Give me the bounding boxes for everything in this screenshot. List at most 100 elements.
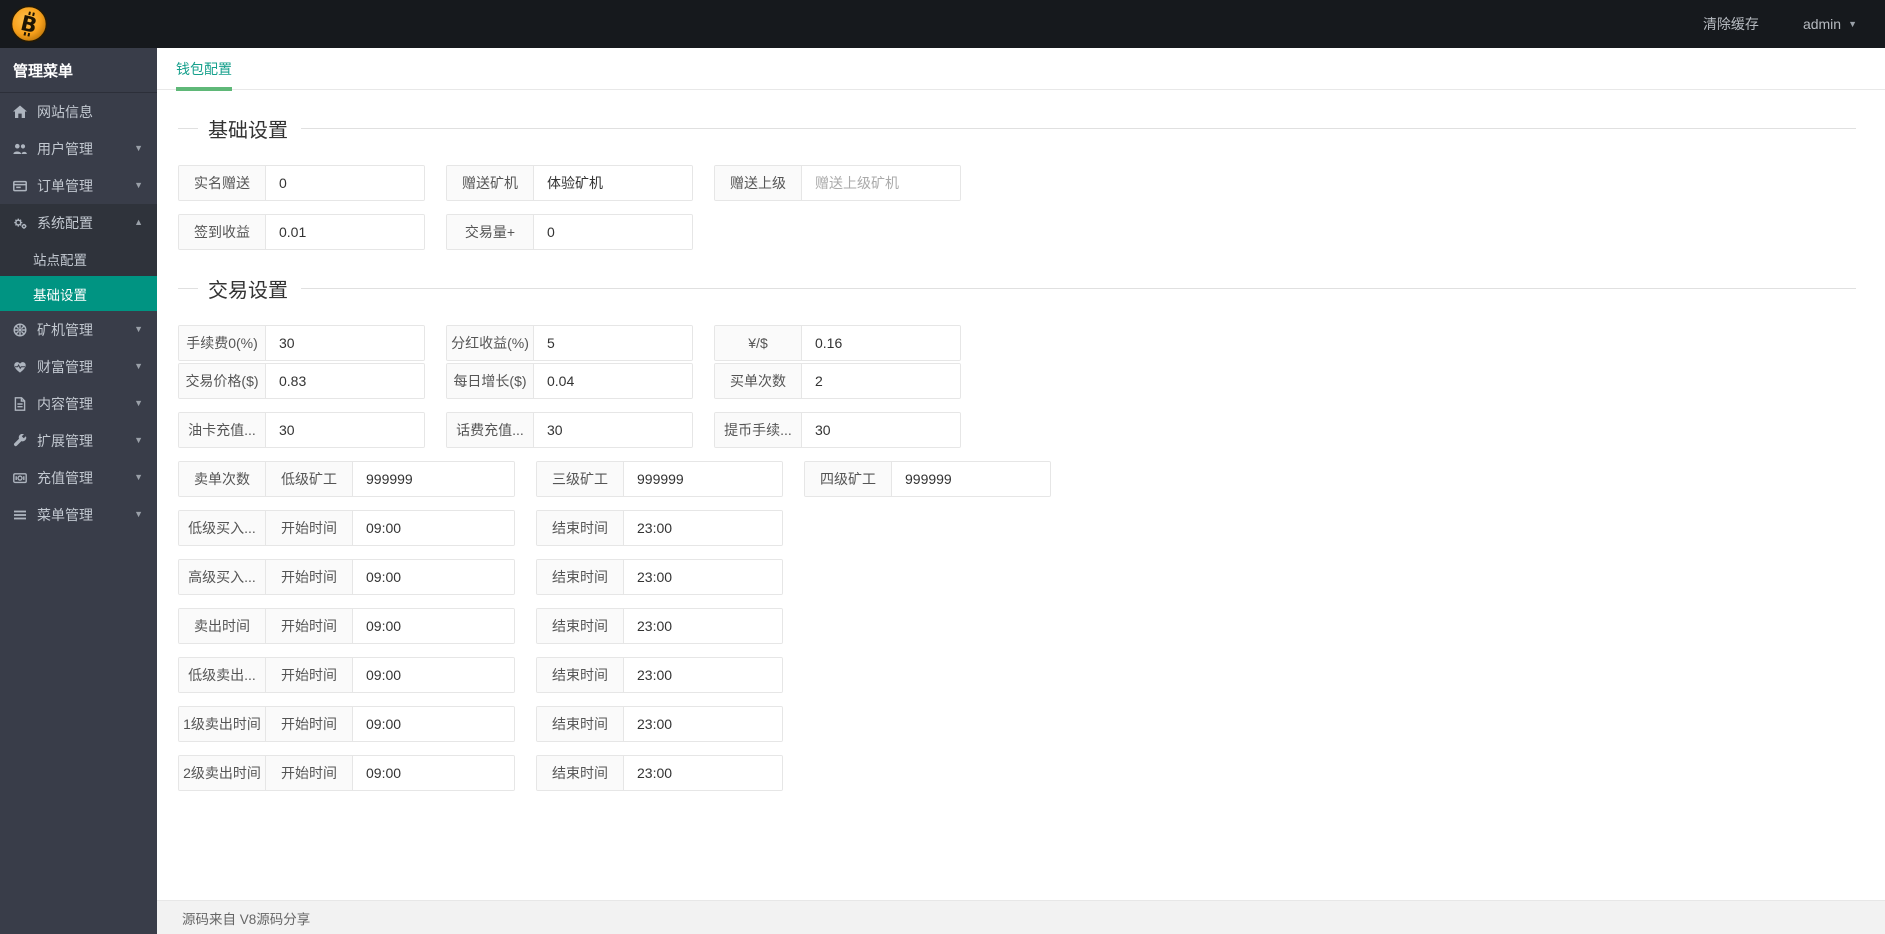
field-label: 低级卖出... xyxy=(179,658,266,692)
field-input[interactable] xyxy=(353,462,514,496)
field-input[interactable] xyxy=(266,364,424,398)
chevron-down-icon: ▼ xyxy=(134,398,143,408)
field-input[interactable] xyxy=(266,413,424,447)
sidebar-item-3[interactable]: 系统配置 ▲ xyxy=(0,204,157,241)
field-label: 三级矿工 xyxy=(537,462,624,496)
sidebar-item-1[interactable]: 用户管理 ▼ xyxy=(0,130,157,167)
field-input[interactable] xyxy=(624,462,782,496)
bars-icon xyxy=(13,508,30,522)
field-label: 结束时间 xyxy=(537,511,624,545)
field-label: 开始时间 xyxy=(266,707,353,741)
user-menu[interactable]: admin ▼ xyxy=(1803,16,1857,32)
field-label: 开始时间 xyxy=(266,658,353,692)
chevron-up-icon: ▲ xyxy=(134,217,143,227)
topbar-right: 清除缓存 admin ▼ xyxy=(1703,14,1885,34)
sidebar-item-9[interactable]: 菜单管理 ▼ xyxy=(0,496,157,533)
admin-page: B 清除缓存 admin ▼ 管理菜单 网站信息用户管理 ▼ 订单管理 ▼ 系统配置 ▲ 站… xyxy=(0,0,1885,934)
field-input[interactable] xyxy=(534,166,692,200)
section-title: 交易设置 xyxy=(208,280,288,302)
field-input[interactable] xyxy=(534,326,692,360)
field-group: 结束时间 xyxy=(536,608,783,644)
field-input[interactable] xyxy=(802,364,960,398)
field-input[interactable] xyxy=(624,560,782,594)
field-label: 赠送上级 xyxy=(715,166,802,200)
field-input[interactable] xyxy=(534,215,692,249)
sidebar-nav: 网站信息 用户管理 ▼ 订单管理 ▼ 系统配置 ▲ 站点配置 基础设置 矿机管理 ▼ 财富管理 ▼ 内容管… xyxy=(0,93,157,533)
field-input[interactable] xyxy=(624,511,782,545)
sidebar-item-6[interactable]: 内容管理 ▼ xyxy=(0,385,157,422)
field-label: 结束时间 xyxy=(537,560,624,594)
form-row: 低级卖出...开始时间结束时间 xyxy=(178,657,1856,693)
field-input[interactable] xyxy=(802,166,960,200)
clear-cache-button[interactable]: 清除缓存 xyxy=(1703,14,1759,34)
field-label: 结束时间 xyxy=(537,609,624,643)
field-input[interactable] xyxy=(624,707,782,741)
sidebar-subitem-3-1[interactable]: 基础设置 xyxy=(0,276,157,311)
sidebar-item-0[interactable]: 网站信息 xyxy=(0,93,157,130)
field-group: 提币手续... xyxy=(714,412,961,448)
field-group: 1级卖出时间 开始时间 xyxy=(178,706,515,742)
field-input[interactable] xyxy=(624,609,782,643)
section-rule xyxy=(301,128,1856,129)
users-icon xyxy=(13,142,30,156)
footer-text: 源码来自 V8源码分享 xyxy=(182,911,311,927)
field-label: 提币手续... xyxy=(715,413,802,447)
topbar: B 清除缓存 admin ▼ xyxy=(0,0,1885,48)
field-input[interactable] xyxy=(266,326,424,360)
field-label: 交易量+ xyxy=(447,215,534,249)
sidebar-item-label: 内容管理 xyxy=(37,395,93,412)
sidebar-item-label: 网站信息 xyxy=(37,103,93,120)
field-label: 赠送矿机 xyxy=(447,166,534,200)
heartbeat-icon xyxy=(13,360,30,374)
form-row: 高级买入...开始时间结束时间 xyxy=(178,559,1856,595)
field-input[interactable] xyxy=(624,658,782,692)
sidebar-item-4[interactable]: 矿机管理 ▼ xyxy=(0,311,157,348)
form-row: 卖出时间开始时间结束时间 xyxy=(178,608,1856,644)
field-input[interactable] xyxy=(802,326,960,360)
tab-wallet-config[interactable]: 钱包配置 xyxy=(176,48,232,91)
field-input[interactable] xyxy=(892,462,1050,496)
field-group: 交易量+ xyxy=(446,214,693,250)
field-group: 低级卖出... 开始时间 xyxy=(178,657,515,693)
field-input[interactable] xyxy=(353,560,514,594)
sidebar-item-5[interactable]: 财富管理 ▼ xyxy=(0,348,157,385)
field-label: 交易价格($) xyxy=(179,364,266,398)
field-label: 开始时间 xyxy=(266,560,353,594)
field-label: 结束时间 xyxy=(537,707,624,741)
sidebar-subitem-3-0[interactable]: 站点配置 xyxy=(0,241,157,276)
field-label: 开始时间 xyxy=(266,511,353,545)
field-group: 四级矿工 xyxy=(804,461,1051,497)
field-input[interactable] xyxy=(353,609,514,643)
wrench-icon xyxy=(13,433,30,448)
field-input[interactable] xyxy=(353,756,514,790)
sidebar-item-2[interactable]: 订单管理 ▼ xyxy=(0,167,157,204)
field-group: 交易价格($) xyxy=(178,363,425,399)
field-group: 手续费0(%) xyxy=(178,325,425,361)
sidebar-item-8[interactable]: 充值管理 ▼ xyxy=(0,459,157,496)
chevron-down-icon: ▼ xyxy=(1848,18,1857,29)
field-group: 油卡充值... xyxy=(178,412,425,448)
field-input[interactable] xyxy=(534,413,692,447)
field-group: 签到收益 xyxy=(178,214,425,250)
sidebar-item-label: 系统配置 xyxy=(37,214,93,231)
sidebar-title: 管理菜单 xyxy=(0,48,157,93)
field-input[interactable] xyxy=(624,756,782,790)
field-input[interactable] xyxy=(802,413,960,447)
main-area: 钱包配置 基础设置实名赠送 赠送矿机 赠送上级签到收益 交易量+ 交易设置手续费0(%)… xyxy=(157,48,1885,934)
field-group: 结束时间 xyxy=(536,559,783,595)
file-icon xyxy=(13,396,30,411)
field-input[interactable] xyxy=(266,166,424,200)
field-input[interactable] xyxy=(534,364,692,398)
sidebar-item-7[interactable]: 扩展管理 ▼ xyxy=(0,422,157,459)
section-title: 基础设置 xyxy=(208,120,288,142)
field-input[interactable] xyxy=(353,511,514,545)
field-input[interactable] xyxy=(353,707,514,741)
section-dash xyxy=(178,288,198,289)
home-icon xyxy=(13,105,30,119)
form-row: 低级买入...开始时间结束时间 xyxy=(178,510,1856,546)
field-group: 高级买入... 开始时间 xyxy=(178,559,515,595)
field-label: 开始时间 xyxy=(266,756,353,790)
field-input[interactable] xyxy=(353,658,514,692)
field-label: 分红收益(%) xyxy=(447,326,534,360)
field-input[interactable] xyxy=(266,215,424,249)
